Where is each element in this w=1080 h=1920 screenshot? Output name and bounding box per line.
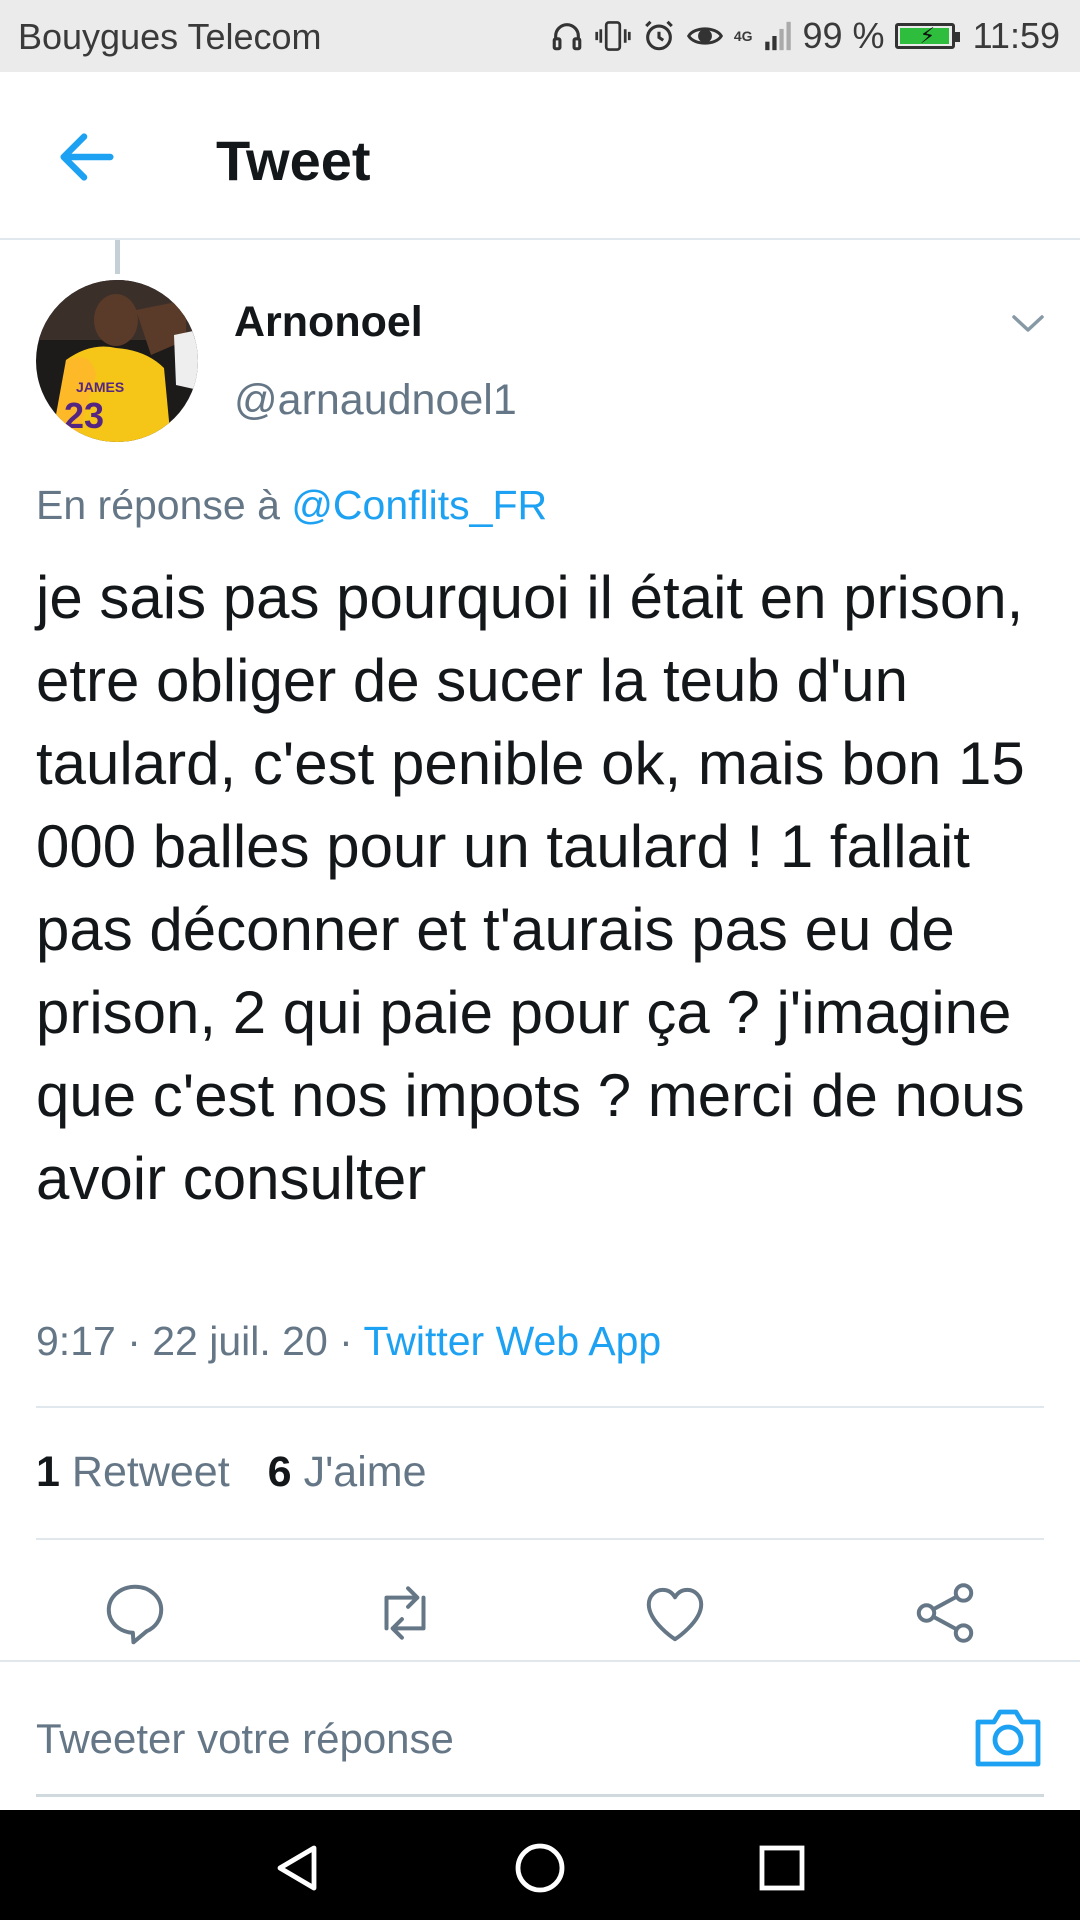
likes-stat[interactable]: 6 J'aime (268, 1448, 427, 1497)
nav-home-button[interactable] (512, 1840, 568, 1896)
avatar-image: JAMES 23 (36, 280, 198, 442)
like-count: 6 (267, 1448, 292, 1496)
headphones-icon (552, 23, 582, 51)
retweet-button[interactable] (368, 1576, 442, 1650)
retweet-icon (384, 1586, 426, 1640)
divider (36, 1538, 1044, 1540)
retweets-stat[interactable]: 1 Retweet (36, 1448, 230, 1497)
reply-mention-link[interactable]: @Conflits_FR (291, 482, 547, 528)
nav-recents-button[interactable] (754, 1840, 810, 1896)
tweet-actions (0, 1576, 1080, 1650)
charging-icon: ⚡ (919, 23, 936, 48)
reply-icon (106, 1584, 164, 1645)
svg-text:23: 23 (64, 395, 104, 436)
status-bar: Bouygues Telecom 4G 99 % ⚡ 11:59 (0, 0, 1080, 72)
divider (36, 1406, 1044, 1408)
system-nav-bar (0, 1810, 1080, 1920)
author-handle[interactable]: @arnaudnoel1 (234, 376, 517, 425)
svg-text:JAMES: JAMES (76, 379, 124, 395)
share-icon (916, 1583, 974, 1643)
like-icon (646, 1587, 704, 1642)
square-recents-icon (759, 1845, 805, 1891)
reply-context: En réponse à @Conflits_FR (36, 482, 547, 529)
clock: 11:59 (972, 15, 1060, 56)
like-label: J'aime (303, 1448, 427, 1496)
add-photo-button[interactable] (974, 1706, 1042, 1768)
retweet-count: 1 (36, 1448, 60, 1496)
tweet-stats: 1 Retweet 6 J'aime (36, 1448, 427, 1497)
reply-input-underline (36, 1794, 1044, 1797)
status-icons: 4G 99 % ⚡ 11:59 (550, 10, 1060, 62)
tweet-text: je sais pas pourquoi il était en prison,… (36, 564, 1025, 1212)
signal-icon (764, 21, 791, 51)
triangle-back-icon (277, 1845, 317, 1891)
page-title: Tweet (216, 129, 371, 192)
arrow-left-icon (60, 133, 114, 181)
reply-prefix: En réponse à (36, 482, 280, 528)
circle-home-icon (515, 1843, 565, 1893)
alarm-icon (644, 20, 673, 51)
share-button[interactable] (908, 1576, 982, 1650)
nav-back-button[interactable] (270, 1840, 326, 1896)
tweet-meta: 9:17 · 22 juil. 20 · Twitter Web App (36, 1318, 661, 1365)
author-name[interactable]: Arnonoel (234, 298, 423, 347)
battery-percent: 99 % (802, 15, 885, 56)
reply-input[interactable] (36, 1704, 936, 1774)
eye-icon (686, 27, 723, 45)
retweet-label: Retweet (71, 1448, 230, 1496)
tweet-source-link[interactable]: Twitter Web App (363, 1318, 661, 1364)
chevron-down-icon (1012, 315, 1044, 332)
back-button[interactable] (52, 122, 122, 192)
reply-button[interactable] (98, 1576, 172, 1650)
like-button[interactable] (638, 1576, 712, 1650)
divider (0, 1660, 1080, 1662)
tweet-options-button[interactable] (1010, 312, 1046, 336)
top-app-bar: Tweet (0, 72, 1080, 240)
carrier-name: Bouygues Telecom (18, 16, 322, 57)
tweet-timestamp: 9:17 · 22 juil. 20 · (36, 1318, 364, 1364)
battery-icon: ⚡ (894, 23, 960, 49)
vibrate-icon (595, 21, 631, 51)
network-type: 4G (733, 28, 753, 44)
camera-icon (975, 1709, 1041, 1767)
thread-connector (115, 240, 120, 274)
avatar[interactable]: JAMES 23 (36, 280, 198, 442)
